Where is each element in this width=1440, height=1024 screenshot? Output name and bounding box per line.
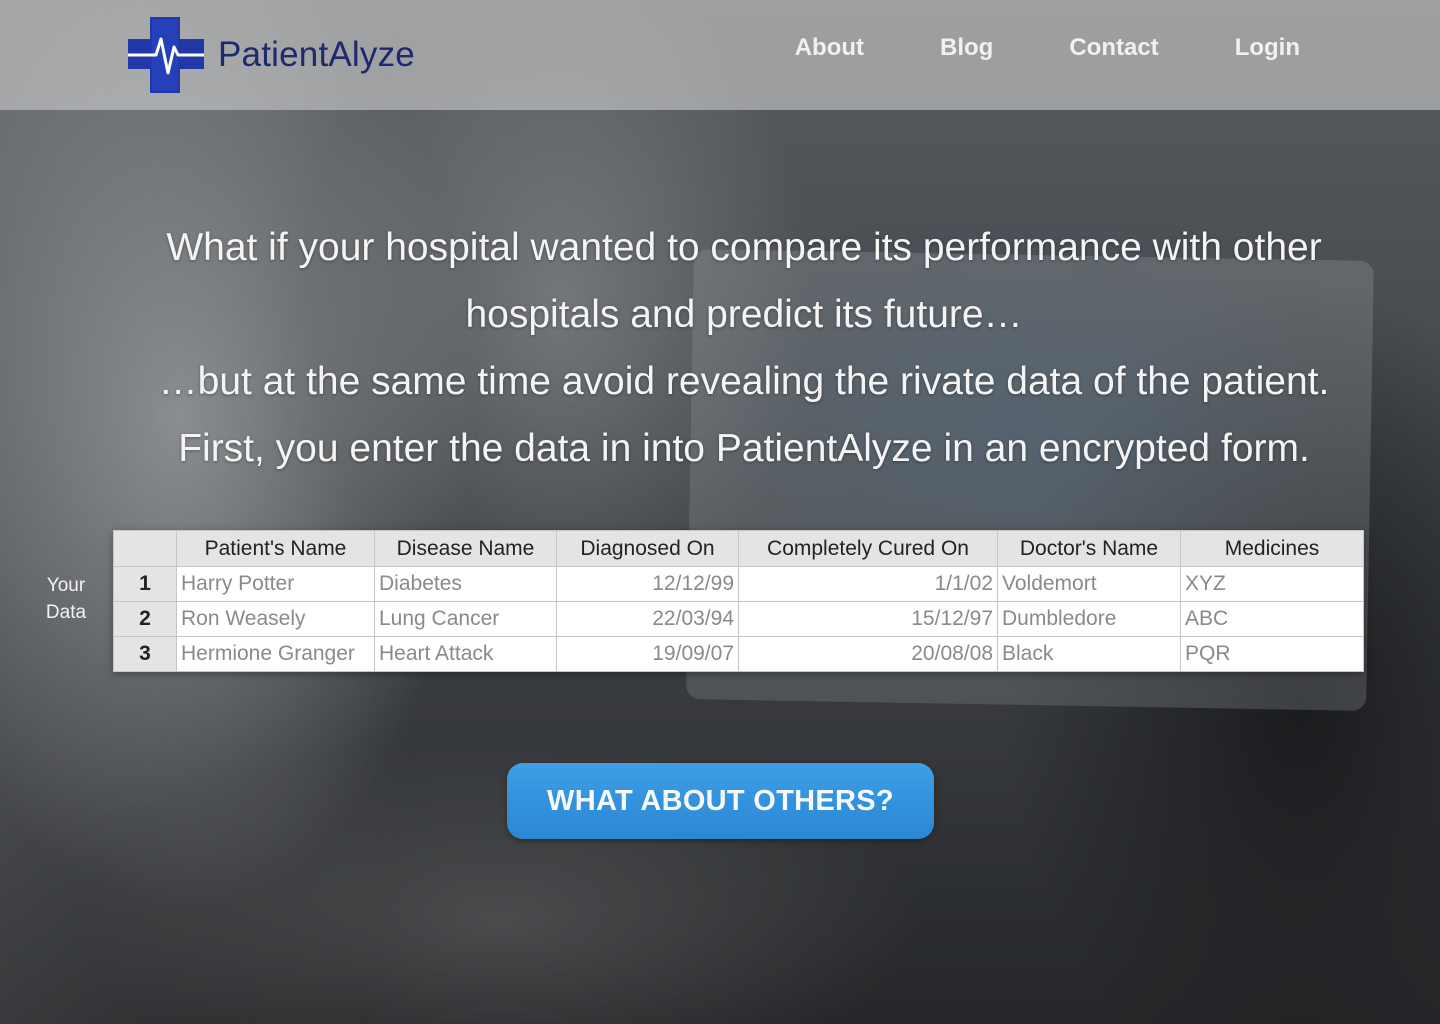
table-cell: 15/12/97 [738,601,998,637]
site-header: PatientAlyze About Blog Contact Login [0,0,1440,110]
nav-about[interactable]: About [795,34,864,62]
table-cell: 19/09/07 [556,636,739,672]
table-row: 1 Harry Potter Diabetes 12/12/99 1/1/02 … [113,566,1364,602]
table-cell: PQR [1180,636,1364,672]
table-cell: Dumbledore [997,601,1181,637]
hero-line: What if your hospital wanted to compare … [166,226,1322,269]
column-header: Completely Cured On [738,530,998,567]
what-about-others-button[interactable]: WHAT ABOUT OTHERS? [507,763,934,839]
brand-name: PatientAlyze [218,35,415,74]
table-cell: XYZ [1180,566,1364,602]
hero-line: …but at the same time avoid revealing th… [158,360,1330,403]
table-cell: 12/12/99 [556,566,739,602]
hero-line: hospitals and predict its future… [465,293,1023,336]
column-header: Doctor's Name [997,530,1181,567]
nav-contact[interactable]: Contact [1069,34,1158,62]
table-cell: 20/08/08 [738,636,998,672]
row-number: 1 [113,566,177,602]
column-header: Disease Name [374,530,557,567]
table-cell: ABC [1180,601,1364,637]
hero-text: What if your hospital wanted to compare … [100,214,1388,482]
table-cell: Diabetes [374,566,557,602]
table-row: 3 Hermione Granger Heart Attack 19/09/07… [113,636,1364,672]
row-number: 2 [113,601,177,637]
table-cell: Harry Potter [176,566,375,602]
table-cell: 1/1/02 [738,566,998,602]
table-cell: Black [997,636,1181,672]
table-cell: Ron Weasely [176,601,375,637]
nav-blog[interactable]: Blog [940,34,993,62]
column-header: Medicines [1180,530,1364,567]
table-cell: 22/03/94 [556,601,739,637]
table-corner-cell [113,530,177,567]
table-cell: Voldemort [997,566,1181,602]
your-data-label: Your Data [36,572,96,626]
your-data-label-line: Your [46,575,86,596]
row-number: 3 [113,636,177,672]
table-row: 2 Ron Weasely Lung Cancer 22/03/94 15/12… [113,601,1364,637]
your-data-label-line: Data [45,602,87,623]
medical-cross-heartbeat-icon [128,17,204,93]
column-header: Diagnosed On [556,530,739,567]
nav-login[interactable]: Login [1235,34,1300,62]
table-cell: Hermione Granger [176,636,375,672]
hero-line: First, you enter the data in into Patien… [178,427,1310,470]
column-header: Patient's Name [176,530,375,567]
patient-data-table: Patient's Name Disease Name Diagnosed On… [113,530,1364,672]
background-overlay [0,0,1440,1024]
table-cell: Heart Attack [374,636,557,672]
logo[interactable]: PatientAlyze [128,16,428,94]
main-nav: About Blog Contact Login [719,34,1300,62]
table-cell: Lung Cancer [374,601,557,637]
table-header-row: Patient's Name Disease Name Diagnosed On… [113,530,1364,567]
